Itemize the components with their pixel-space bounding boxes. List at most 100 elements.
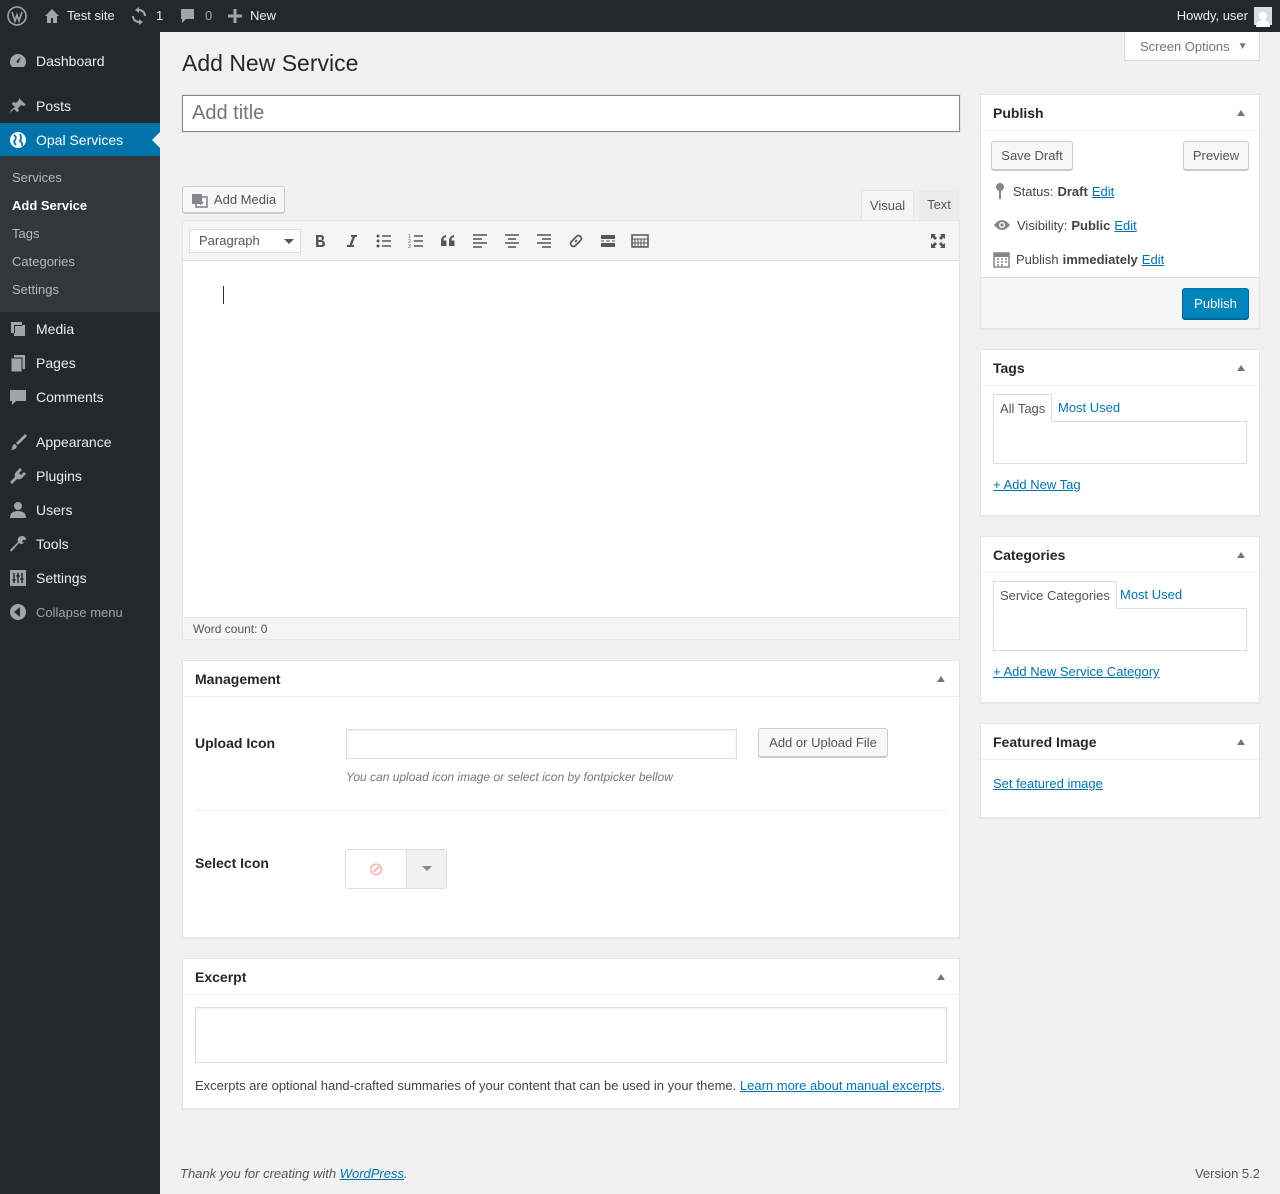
bold-icon[interactable] — [310, 231, 330, 251]
management-box-title[interactable]: Management — [183, 661, 959, 697]
collapse-toggle-icon[interactable] — [937, 974, 945, 980]
categories-box-title[interactable]: Categories — [981, 537, 1259, 573]
updates-link[interactable]: 1 — [130, 0, 163, 32]
excerpt-textarea[interactable] — [195, 1007, 947, 1063]
submenu-item-tags[interactable]: Tags — [12, 224, 39, 244]
format-select-value: Paragraph — [199, 233, 260, 248]
set-featured-image-link[interactable]: Set featured image — [993, 776, 1103, 791]
site-name: Test site — [67, 8, 115, 23]
featured-image-box-title[interactable]: Featured Image — [981, 724, 1259, 760]
sidebar-item-tools[interactable]: Tools — [0, 527, 160, 561]
sidebar-item-comments[interactable]: Comments — [0, 380, 160, 414]
blockquote-icon[interactable] — [438, 231, 458, 251]
sidebar-item-settings[interactable]: Settings — [0, 561, 160, 595]
post-title-input[interactable] — [182, 95, 960, 132]
tags-panel — [993, 421, 1247, 464]
user-icon — [8, 500, 28, 520]
page-title: Add New Service — [182, 50, 359, 76]
italic-icon[interactable] — [342, 231, 362, 251]
featured-image-box: Featured Image Set featured image — [980, 723, 1260, 818]
home-icon — [44, 8, 60, 24]
sidebar-item-label: Plugins — [36, 468, 82, 484]
publish-button[interactable]: Publish — [1182, 288, 1249, 319]
sidebar-item-label: Appearance — [36, 434, 112, 450]
sidebar-item-opal-services[interactable]: Opal Services — [0, 123, 160, 157]
admin-sidebar: Dashboard Posts Opal Services Services A… — [0, 32, 160, 1194]
tab-visual[interactable]: Visual — [861, 190, 914, 220]
sidebar-item-plugins[interactable]: Plugins — [0, 459, 160, 493]
tab-all-tags[interactable]: All Tags — [993, 394, 1053, 422]
collapse-arrow-icon — [8, 602, 28, 622]
preview-button[interactable]: Preview — [1183, 141, 1249, 170]
status-value: Draft — [1057, 183, 1088, 199]
sidebar-item-label: Pages — [36, 355, 76, 371]
editor-status-bar: Word count: 0 — [183, 617, 959, 639]
icon-picker-dropdown-button[interactable] — [406, 850, 446, 888]
bullet-list-icon[interactable] — [374, 231, 394, 251]
svg-text:3: 3 — [408, 244, 411, 248]
toolbar-toggle-icon[interactable] — [630, 231, 650, 251]
schedule-row: Publish immediately Edit — [993, 249, 1164, 269]
sidebar-item-label: Posts — [36, 98, 72, 114]
wordpress-link[interactable]: WordPress — [340, 1166, 404, 1181]
sidebar-item-users[interactable]: Users — [0, 493, 160, 527]
tab-service-categories[interactable]: Service Categories — [993, 581, 1117, 609]
numbered-list-icon[interactable]: 123 — [406, 231, 426, 251]
submenu-item-settings[interactable]: Settings — [12, 280, 59, 300]
sidebar-item-dashboard[interactable]: Dashboard — [0, 44, 160, 78]
upload-icon-input[interactable] — [346, 729, 737, 759]
screen-options-button[interactable]: Screen Options ▼ — [1124, 32, 1260, 61]
align-right-icon[interactable] — [534, 231, 554, 251]
collapse-toggle-icon[interactable] — [1237, 110, 1245, 116]
save-draft-button[interactable]: Save Draft — [991, 141, 1073, 170]
publish-box-title[interactable]: Publish — [981, 95, 1259, 131]
read-more-icon[interactable] — [598, 231, 618, 251]
link-icon[interactable] — [566, 231, 586, 251]
collapse-toggle-icon[interactable] — [1237, 552, 1245, 558]
add-media-button[interactable]: Add Media — [182, 186, 285, 213]
upload-icon-help-text: You can upload icon image or select icon… — [346, 770, 673, 784]
comments-link[interactable]: 0 — [179, 0, 212, 32]
tags-box-title[interactable]: Tags — [981, 350, 1259, 386]
format-select[interactable]: Paragraph — [189, 229, 301, 253]
tab-most-used-categories[interactable]: Most Used — [1114, 581, 1188, 609]
submenu-item-add-service[interactable]: Add Service — [12, 196, 87, 216]
wordpress-logo-icon[interactable] — [7, 0, 27, 32]
tab-text[interactable]: Text — [919, 190, 959, 220]
fullscreen-icon[interactable] — [928, 231, 948, 251]
edit-status-link[interactable]: Edit — [1092, 184, 1114, 199]
add-or-upload-file-button[interactable]: Add or Upload File — [758, 728, 888, 757]
collapse-toggle-icon[interactable] — [1237, 365, 1245, 371]
submenu-item-categories[interactable]: Categories — [12, 252, 75, 272]
sidebar-item-pages[interactable]: Pages — [0, 346, 160, 380]
sidebar-item-appearance[interactable]: Appearance — [0, 425, 160, 459]
collapse-toggle-icon[interactable] — [937, 676, 945, 682]
dashboard-icon — [8, 51, 28, 71]
my-account-link[interactable]: Howdy, user — [1177, 0, 1272, 32]
edit-schedule-link[interactable]: Edit — [1142, 252, 1164, 267]
add-new-service-category-link[interactable]: + Add New Service Category — [993, 664, 1160, 679]
sidebar-item-media[interactable]: Media — [0, 312, 160, 346]
align-center-icon[interactable] — [502, 231, 522, 251]
collapse-toggle-icon[interactable] — [1237, 739, 1245, 745]
site-name-link[interactable]: Test site — [44, 0, 115, 32]
text-cursor[interactable] — [223, 286, 224, 304]
new-content-link[interactable]: New — [228, 0, 276, 32]
footer-thanks: Thank you for creating with WordPress. — [180, 1166, 408, 1181]
sidebar-item-label: Dashboard — [36, 53, 105, 69]
edit-visibility-link[interactable]: Edit — [1114, 218, 1136, 233]
avatar — [1254, 7, 1272, 27]
icon-picker[interactable]: ⊘ — [345, 849, 447, 889]
submenu-item-services[interactable]: Services — [12, 168, 62, 188]
divider — [195, 810, 947, 811]
add-new-tag-link[interactable]: + Add New Tag — [993, 477, 1081, 492]
tab-most-used-tags[interactable]: Most Used — [1052, 394, 1126, 422]
sidebar-item-posts[interactable]: Posts — [0, 89, 160, 123]
upload-icon-label: Upload Icon — [195, 735, 276, 751]
align-left-icon[interactable] — [470, 231, 490, 251]
excerpt-box-title[interactable]: Excerpt — [183, 959, 959, 995]
learn-more-excerpts-link[interactable]: Learn more about manual excerpts — [740, 1078, 942, 1093]
media-icon — [8, 319, 28, 339]
collapse-menu-button[interactable]: Collapse menu — [0, 595, 160, 629]
footer-version: Version 5.2 — [1194, 1166, 1260, 1181]
